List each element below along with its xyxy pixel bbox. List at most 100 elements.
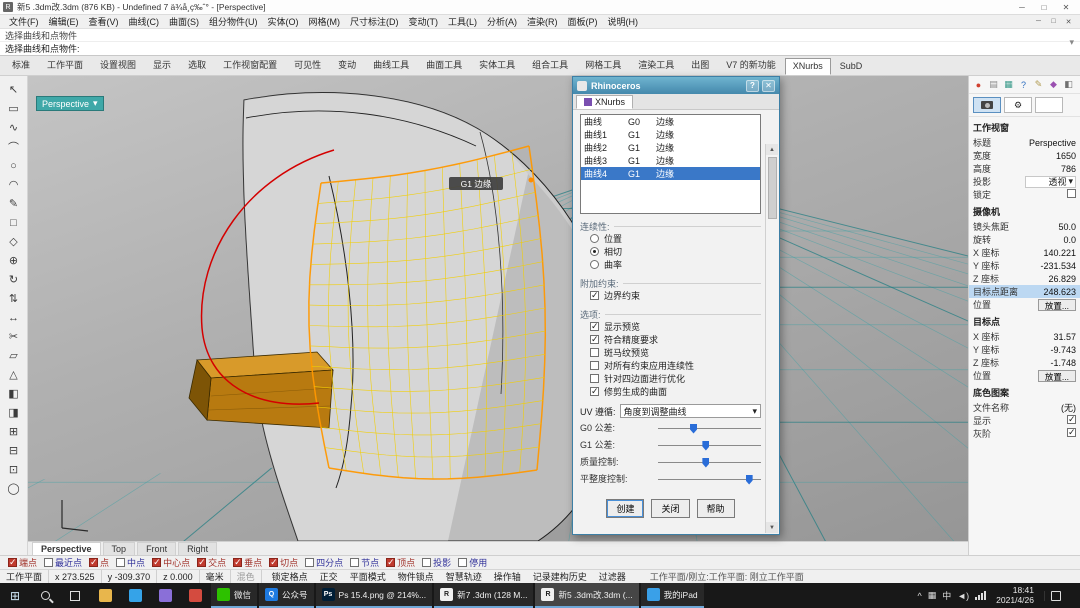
arc-icon[interactable]: ⌒ [3, 137, 25, 156]
move-vertical-icon[interactable]: ⇅ [3, 289, 25, 308]
rotate-icon[interactable]: ↻ [3, 270, 25, 289]
panel-tab-properties[interactable]: ● [973, 79, 984, 90]
toolbar-tab-出图[interactable]: 出图 [683, 55, 717, 75]
scroll-up-icon[interactable]: ▲ [766, 144, 778, 155]
mdi-restore-icon[interactable]: □ [1046, 16, 1061, 27]
layer-blend-label[interactable]: 混色 [231, 570, 262, 583]
viewport-properties-button[interactable] [973, 97, 1001, 113]
osnap-中点[interactable]: 中点 [116, 556, 145, 569]
status-toggle-锁定格点[interactable]: 锁定格点 [272, 570, 308, 583]
place-button[interactable]: 放置... [1038, 299, 1076, 311]
checkbox-icon[interactable] [116, 558, 125, 567]
toolbar-tab-网格工具[interactable]: 网格工具 [577, 55, 629, 75]
panel-tab-materials[interactable]: ◆ [1048, 79, 1059, 90]
slider-2[interactable] [658, 456, 761, 468]
mdi-minimize-icon[interactable]: ─ [1031, 16, 1046, 27]
status-toggle-平面模式[interactable]: 平面模式 [350, 570, 386, 583]
toolbar-tab-SubD[interactable]: SubD [832, 58, 871, 75]
tray-grid-icon[interactable]: ▦ [928, 590, 937, 601]
search-icon[interactable] [30, 583, 60, 608]
rectangle-select-icon[interactable]: ▭ [3, 99, 25, 118]
help-button[interactable]: 帮助 [697, 499, 735, 518]
units-label[interactable]: 毫米 [200, 570, 231, 583]
checkbox-icon[interactable] [269, 558, 278, 567]
property-value[interactable]: 786 [1025, 164, 1076, 174]
panel-tab-layers[interactable]: ▤ [988, 79, 999, 90]
dialog-option-1[interactable]: 符合精度要求 [580, 333, 761, 346]
continuity-option-曲率[interactable]: 曲率 [580, 258, 761, 271]
menu-item[interactable]: 变动(T) [404, 15, 444, 28]
property-value[interactable]: 248.623 [1025, 287, 1076, 297]
ime-indicator[interactable]: 中 [942, 589, 951, 602]
property-value[interactable]: -231.534 [1025, 261, 1076, 271]
menu-item[interactable]: 分析(A) [482, 15, 522, 28]
status-toggle-智慧轨迹[interactable]: 智慧轨迹 [446, 570, 482, 583]
checkbox-icon[interactable] [590, 387, 599, 396]
checkbox-icon[interactable] [197, 558, 206, 567]
osnap-交点[interactable]: 交点 [197, 556, 226, 569]
edge-list-item[interactable]: 曲线4G1边缘 [581, 167, 760, 180]
menu-item[interactable]: 实体(O) [263, 15, 304, 28]
continuity-option-相切[interactable]: 相切 [580, 245, 761, 258]
dialog-help-icon[interactable]: ? [746, 80, 759, 92]
menu-item[interactable]: 组分物件(U) [204, 15, 263, 28]
menu-item[interactable]: 工具(L) [443, 15, 482, 28]
sketch-icon[interactable]: ✎ [3, 194, 25, 213]
dialog-title-bar[interactable]: Rhinoceros ? ✕ [573, 77, 779, 94]
polygon-icon[interactable]: ◇ [3, 232, 25, 251]
toolbar-tab-变动[interactable]: 变动 [330, 55, 364, 75]
checkbox-icon[interactable] [590, 322, 599, 331]
checkbox-icon[interactable] [590, 361, 599, 370]
rectangle-icon[interactable]: □ [3, 213, 25, 232]
property-value[interactable]: Perspective [1025, 138, 1076, 148]
slider-handle[interactable] [702, 458, 709, 468]
pinned-app-icon[interactable] [120, 583, 150, 608]
taskbar-window-3[interactable]: PsPs 15.4.png @ 214%... [316, 583, 433, 608]
checkbox-icon[interactable] [590, 335, 599, 344]
toolbar-tab-组合工具[interactable]: 组合工具 [524, 55, 576, 75]
mdi-close-icon[interactable]: ✕ [1061, 16, 1076, 27]
osnap-停用[interactable]: 停用 [458, 556, 487, 569]
taskbar-window-1[interactable]: 微信 [211, 583, 257, 608]
constraint-option-0[interactable]: 边界约束 [580, 289, 761, 302]
menu-item[interactable]: 说明(H) [603, 15, 644, 28]
pinned-app-icon[interactable] [90, 583, 120, 608]
slider-1[interactable] [658, 439, 761, 451]
toolbar-tab-曲面工具[interactable]: 曲面工具 [418, 55, 470, 75]
notification-center-icon[interactable] [1044, 591, 1066, 601]
boolean-union-icon[interactable]: ⊕ [3, 251, 25, 270]
osnap-四分点[interactable]: 四分点 [305, 556, 343, 569]
osnap-切点[interactable]: 切点 [269, 556, 298, 569]
freeform-curve-icon[interactable]: ∿ [3, 118, 25, 137]
split-right-icon[interactable]: ◨ [3, 403, 25, 422]
menu-item[interactable]: 面板(P) [563, 15, 603, 28]
sphere-icon[interactable]: ◯ [3, 479, 25, 498]
menu-item[interactable]: 曲线(C) [124, 15, 165, 28]
property-value[interactable]: 0.0 [1025, 235, 1076, 245]
clock[interactable]: 18:41 2021/4/26 [992, 586, 1038, 605]
viewport-settings-button[interactable]: ⚙ [1004, 97, 1032, 113]
slider-handle[interactable] [746, 475, 753, 485]
checkbox-icon[interactable] [1067, 189, 1076, 198]
move-horizontal-icon[interactable]: ↔ [3, 308, 25, 327]
edge-constraint-list[interactable]: 曲线G0边缘曲线1G1边缘曲线2G1边缘曲线3G1边缘曲线4G1边缘 [580, 114, 761, 214]
property-value[interactable]: 31.57 [1025, 332, 1076, 342]
osnap-端点[interactable]: 端点 [8, 556, 37, 569]
pinned-app-icon[interactable] [150, 583, 180, 608]
projection-dropdown[interactable]: 透视▾ [1025, 176, 1076, 188]
restore-icon[interactable]: □ [1033, 1, 1055, 14]
start-button[interactable]: ⊞ [0, 583, 30, 608]
select-icon[interactable]: ↖ [3, 80, 25, 99]
checkbox-icon[interactable] [590, 374, 599, 383]
arc-blend-icon[interactable]: ◠ [3, 175, 25, 194]
checkbox-icon[interactable] [386, 558, 395, 567]
surface-plane-icon[interactable]: ▱ [3, 346, 25, 365]
point-grid-icon[interactable]: ⊡ [3, 460, 25, 479]
grid-snap-icon[interactable]: ⊞ [3, 422, 25, 441]
tab-xnurbs[interactable]: XNurbs [576, 95, 633, 109]
property-value[interactable]: 1650 [1025, 151, 1076, 161]
toolbar-tab-曲线工具[interactable]: 曲线工具 [365, 55, 417, 75]
dialog-option-3[interactable]: 对所有约束应用连续性 [580, 359, 761, 372]
menu-item[interactable]: 曲面(S) [164, 15, 204, 28]
slider-handle[interactable] [690, 424, 697, 434]
